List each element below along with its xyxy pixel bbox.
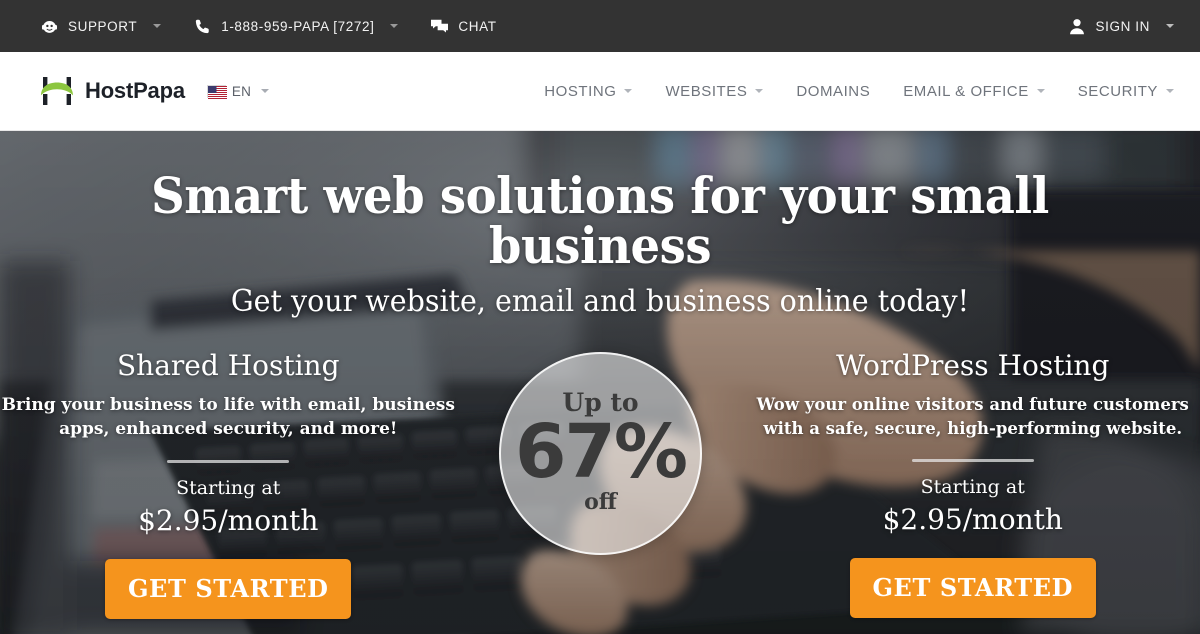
nav-item-hosting[interactable]: HOSTING: [544, 82, 633, 100]
chevron-down-icon: [261, 89, 270, 93]
chat-bubbles-icon: [430, 17, 449, 36]
language-label: EN: [231, 83, 252, 99]
chevron-down-icon: [755, 89, 764, 93]
language-selector[interactable]: EN: [206, 83, 270, 99]
nav-links: HOSTING WEBSITES DOMAINS EMAIL & OFFICE …: [544, 83, 1174, 100]
nav-item-label: EMAIL & OFFICE: [903, 82, 1029, 100]
offer-description: Bring your business to life with email, …: [1, 395, 455, 440]
nav-item-label: HOSTING: [544, 82, 617, 100]
nav-item-label: DOMAINS: [796, 82, 871, 100]
phone-menu[interactable]: 1-888-959-PAPA [7272]: [193, 17, 416, 36]
main-navigation: HostPapa EN HOSTING WEBSITES DOMAINS EMA…: [0, 52, 1200, 131]
user-icon: [1068, 17, 1087, 36]
hero-subheadline: Get your website, email and business onl…: [230, 284, 970, 319]
phone-icon: [193, 17, 212, 36]
support-label: SUPPORT: [68, 18, 138, 34]
nav-item-domains[interactable]: DOMAINS: [796, 83, 870, 100]
nav-item-security[interactable]: SECURITY: [1078, 83, 1174, 100]
nav-item-email-office[interactable]: EMAIL & OFFICE: [903, 83, 1045, 100]
hero-content: Smart web solutions for your small busin…: [0, 131, 1200, 634]
discount-badge-suffix: off: [584, 489, 617, 516]
offer-divider: [911, 459, 1034, 463]
chevron-down-icon: [624, 89, 633, 93]
support-menu[interactable]: SUPPORT: [40, 17, 179, 36]
hostpapa-logo-icon: [40, 76, 74, 106]
nav-item-websites[interactable]: WEBSITES: [665, 82, 764, 100]
chevron-down-icon: [390, 24, 399, 28]
topbar-left-group: SUPPORT 1-888-959-PAPA [7272] CHAT: [40, 17, 515, 36]
chat-label: CHAT: [458, 18, 497, 34]
support-agent-icon: [40, 17, 59, 36]
signin-label: SIGN IN: [1095, 18, 1150, 34]
get-started-button-wordpress[interactable]: GET STARTED: [849, 557, 1096, 618]
brand-logo-link[interactable]: HostPapa: [40, 76, 185, 106]
chevron-down-icon: [1166, 89, 1174, 93]
offer-starting-label: Starting at: [920, 476, 1025, 499]
discount-badge[interactable]: Up to 67% off: [499, 352, 702, 555]
offer-price: $2.95/month: [882, 503, 1063, 537]
hero-headline: Smart web solutions for your small busin…: [151, 166, 1049, 275]
chevron-down-icon: [1166, 24, 1174, 28]
offer-divider: [167, 460, 290, 464]
topbar-right-group: SIGN IN: [1068, 17, 1174, 36]
chevron-down-icon: [153, 24, 162, 28]
offer-description: Wow your online visitors and future cust…: [756, 395, 1189, 438]
nav-item-label: SECURITY: [1077, 82, 1158, 100]
offer-starting-label: Starting at: [176, 477, 281, 500]
chevron-down-icon: [1036, 89, 1045, 93]
discount-badge-percent: 67%: [514, 408, 688, 495]
get-started-button-shared[interactable]: GET STARTED: [105, 559, 352, 620]
chat-link[interactable]: CHAT: [430, 17, 514, 36]
brand-name: HostPapa: [85, 78, 185, 103]
utility-topbar: SUPPORT 1-888-959-PAPA [7272] CHAT SIGN …: [0, 0, 1200, 52]
offer-title: Shared Hosting: [117, 349, 340, 382]
offer-card-shared-hosting: Shared Hosting Bring your business to li…: [1, 349, 456, 634]
us-flag-icon: [206, 84, 227, 99]
offer-card-wordpress-hosting: WordPress Hosting Wow your online visito…: [746, 349, 1200, 634]
nav-item-label: WEBSITES: [665, 82, 748, 100]
phone-number-label: 1-888-959-PAPA [7272]: [221, 18, 375, 34]
offer-title: WordPress Hosting: [836, 349, 1110, 382]
signin-menu[interactable]: SIGN IN: [1068, 17, 1174, 36]
offer-price: $2.95/month: [138, 504, 319, 538]
hero-section: Smart web solutions for your small busin…: [0, 131, 1200, 634]
